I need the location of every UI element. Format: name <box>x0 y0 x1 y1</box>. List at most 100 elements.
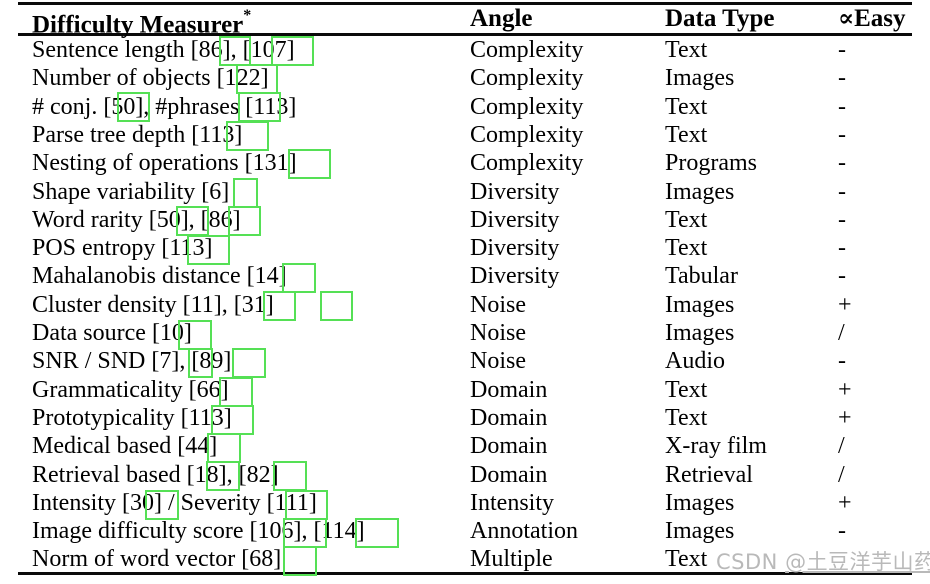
cell-easy: - <box>838 121 846 148</box>
header-footnote-marker: * <box>243 7 252 24</box>
table-row: Shape variability [6] Diversity Images - <box>0 178 930 206</box>
cell-difficulty-measurer: Mahalanobis distance [14] <box>32 263 287 290</box>
table-row: POS entropy [113] Diversity Text - <box>0 234 930 262</box>
cell-easy: - <box>838 150 846 177</box>
cell-angle: Noise <box>470 320 526 346</box>
cell-difficulty-measurer: Nesting of operations [131] <box>32 150 297 177</box>
cell-data-type: Tabular <box>665 263 738 290</box>
cell-easy: / <box>838 320 845 346</box>
header-label-difficulty-measurer: Difficulty Measurer <box>32 11 244 39</box>
table-row: Nesting of operations [131] Complexity Pro… <box>0 149 930 177</box>
table-row: Number of objects [122] Complexity Images - <box>0 64 930 92</box>
cell-data-type: Images <box>665 489 735 516</box>
cell-data-type: Text <box>665 93 708 120</box>
table-row: Medical based [44] Domain X-ray film / <box>0 432 930 460</box>
cell-easy: - <box>838 348 846 375</box>
cell-difficulty-measurer: Intensity [30] / Severity [111] <box>32 489 317 516</box>
cell-easy: + <box>838 291 852 318</box>
cell-data-type: Images <box>665 320 735 346</box>
cell-difficulty-measurer: Word rarity [50], [86] <box>32 206 241 233</box>
cell-easy: + <box>838 489 852 516</box>
cell-data-type: Text <box>665 546 708 573</box>
cell-data-type: Text <box>665 37 708 63</box>
cell-easy: + <box>838 376 852 403</box>
cell-difficulty-measurer: Sentence length [86], [107] <box>32 37 295 63</box>
cell-angle: Complexity <box>470 121 584 148</box>
table-row: Parse tree depth [113] Complexity Text - <box>0 121 930 149</box>
cell-easy: - <box>838 518 846 545</box>
cell-difficulty-measurer: Data source [10] <box>32 320 192 346</box>
cell-easy: - <box>838 178 846 205</box>
cell-difficulty-measurer: Parse tree depth [113] <box>32 121 243 148</box>
cell-angle: Complexity <box>470 37 584 63</box>
cell-difficulty-measurer: Retrieval based [18], [82] <box>32 461 279 488</box>
cell-data-type: Images <box>665 518 735 545</box>
cell-data-type: Retrieval <box>665 461 753 488</box>
cell-data-type: X-ray film <box>665 433 767 460</box>
cell-angle: Complexity <box>470 93 584 120</box>
table-row: Data source [10] Noise Images / <box>0 319 930 347</box>
csdn-watermark: CSDN @土豆洋芋山药蛋 <box>716 546 930 576</box>
cell-difficulty-measurer: POS entropy [113] <box>32 235 213 262</box>
cell-easy: - <box>838 37 846 63</box>
cell-angle: Complexity <box>470 150 584 177</box>
cell-easy: / <box>838 433 845 460</box>
cell-data-type: Programs <box>665 150 757 177</box>
cell-angle: Domain <box>470 461 548 488</box>
table-row: Grammaticality [66] Domain Text + <box>0 376 930 404</box>
watermark-site: CSDN <box>716 550 786 574</box>
cell-angle: Diversity <box>470 178 560 205</box>
cell-difficulty-measurer: Norm of word vector [68] <box>32 546 282 573</box>
table-header-row: Difficulty Measurer* Angle Data Type ∝Ea… <box>0 3 930 38</box>
cell-difficulty-measurer: # conj. [50], #phrases [113] <box>32 93 297 120</box>
proportional-to-icon: ∝ <box>838 6 855 32</box>
cell-angle: Noise <box>470 348 526 375</box>
table-row: Intensity [30] / Severity [111] Intensity… <box>0 489 930 517</box>
table-row: # conj. [50], #phrases [113] Complexity Te… <box>0 93 930 121</box>
header-label-easy: Easy <box>854 5 906 32</box>
cell-data-type: Images <box>665 65 735 92</box>
table-row: Image difficulty score [106], [114] Annot… <box>0 517 930 545</box>
table-row: Retrieval based [18], [82] Domain Retrieva… <box>0 461 930 489</box>
cell-data-type: Images <box>665 178 735 205</box>
cell-angle: Domain <box>470 376 548 403</box>
cell-angle: Domain <box>470 404 548 431</box>
cell-difficulty-measurer: Number of objects [122] <box>32 65 269 92</box>
cell-data-type: Text <box>665 121 708 148</box>
cell-difficulty-measurer: Grammaticality [66] <box>32 376 229 403</box>
header-cell-data-type: Data Type <box>665 5 775 32</box>
cell-angle: Diversity <box>470 206 560 233</box>
paper-table-figure: Difficulty Measurer* Angle Data Type ∝Ea… <box>0 0 930 584</box>
cell-difficulty-measurer: Prototypicality [113] <box>32 404 232 431</box>
cell-angle: Complexity <box>470 65 584 92</box>
header-cell-easy: ∝Easy <box>838 3 906 35</box>
table-row: Word rarity [50], [86] Diversity Text - <box>0 206 930 234</box>
cell-angle: Noise <box>470 291 526 318</box>
watermark-handle: @土豆洋芋山药蛋 <box>785 550 930 574</box>
cell-difficulty-measurer: Medical based [44] <box>32 433 218 460</box>
table-row: Sentence length [86], [107] Complexity Tex… <box>0 36 930 64</box>
cell-angle: Annotation <box>470 518 578 545</box>
table-row: SNR / SND [7], [89] Noise Audio - <box>0 347 930 375</box>
cell-data-type: Text <box>665 206 708 233</box>
cell-data-type: Text <box>665 235 708 262</box>
cell-easy: - <box>838 65 846 92</box>
cell-angle: Diversity <box>470 235 560 262</box>
cell-data-type: Text <box>665 376 708 403</box>
cell-difficulty-measurer: Image difficulty score [106], [114] <box>32 518 365 545</box>
cell-data-type: Text <box>665 404 708 431</box>
header-cell-angle: Angle <box>470 5 533 32</box>
cell-easy: - <box>838 93 846 120</box>
cell-angle: Diversity <box>470 263 560 290</box>
table-row: Cluster density [11], [31] Noise Images + <box>0 291 930 319</box>
table-row: Prototypicality [113] Domain Text + <box>0 404 930 432</box>
table-row: Mahalanobis distance [14] Diversity Tabula… <box>0 262 930 290</box>
cell-easy: - <box>838 263 846 290</box>
cell-easy: - <box>838 206 846 233</box>
cell-data-type: Audio <box>665 348 725 375</box>
cell-difficulty-measurer: SNR / SND [7], [89] <box>32 348 232 375</box>
cell-easy: / <box>838 461 845 488</box>
cell-difficulty-measurer: Shape variability [6] <box>32 178 230 205</box>
cell-angle: Multiple <box>470 546 553 573</box>
cell-easy: + <box>838 404 852 431</box>
